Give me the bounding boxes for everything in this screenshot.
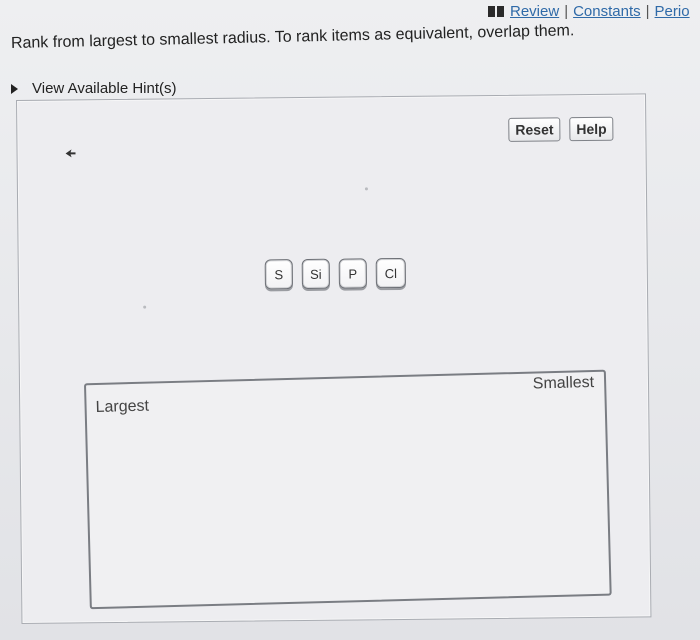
triangle-right-icon [11, 83, 18, 94]
speck [364, 187, 368, 191]
ranking-workspace: Reset Help S Si P Cl Largest Smallest [16, 93, 652, 624]
review-link[interactable]: Review [510, 3, 559, 20]
reset-button[interactable]: Reset [508, 117, 561, 142]
tile-sulfur[interactable]: S [264, 259, 293, 290]
book-icon [488, 6, 504, 17]
periodic-table-link[interactable]: Perio [655, 3, 690, 20]
page: Review | Constants | Perio Rank from lar… [0, 0, 700, 640]
speck [143, 305, 147, 309]
tile-silicon[interactable]: Si [301, 258, 330, 290]
tile-chlorine[interactable]: Cl [375, 257, 406, 289]
cursor-icon [65, 149, 76, 158]
view-hints-toggle[interactable]: View Available Hint(s) [11, 80, 177, 97]
ranking-dropzone[interactable]: Largest Smallest [83, 369, 612, 610]
help-button[interactable]: Help [569, 116, 614, 142]
smallest-label: Smallest [532, 373, 595, 393]
question-prompt: Rank from largest to smallest radius. To… [10, 22, 575, 52]
view-hints-label: View Available Hint(s) [32, 80, 177, 97]
largest-label: Largest [95, 397, 150, 417]
link-separator: | [645, 3, 650, 20]
constants-link[interactable]: Constants [573, 3, 641, 20]
element-tiles: S Si P Cl [264, 257, 406, 290]
top-links: Review | Constants | Perio [488, 3, 690, 20]
link-separator: | [564, 3, 569, 20]
tile-phosphorus[interactable]: P [338, 258, 367, 289]
